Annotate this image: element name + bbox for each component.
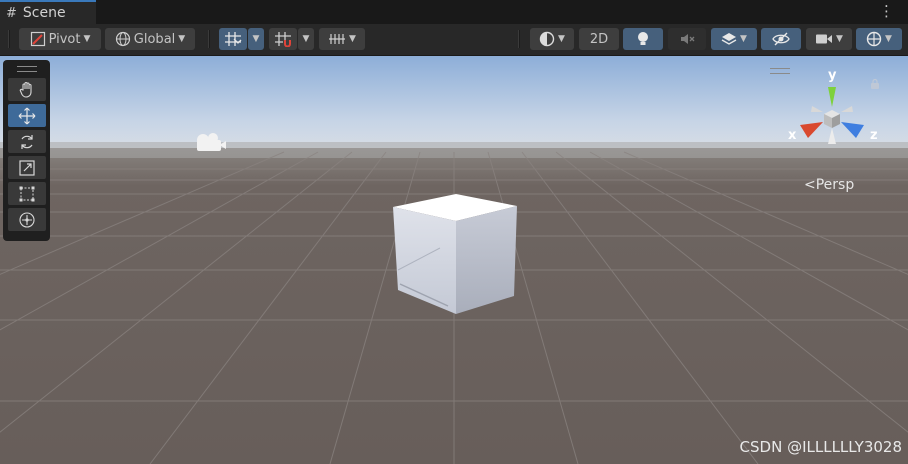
kebab-menu-icon[interactable]: ⋮ bbox=[879, 3, 894, 19]
x-axis-label: x bbox=[788, 128, 797, 143]
toolbar-separator bbox=[208, 30, 210, 48]
eye-hidden-icon bbox=[772, 32, 790, 46]
pivot-dropdown[interactable]: Pivot ▼ bbox=[19, 28, 101, 50]
scene-audio-button[interactable] bbox=[668, 28, 706, 50]
move-tool-button[interactable] bbox=[7, 104, 46, 127]
gizmos-dropdown[interactable]: ▼ bbox=[856, 28, 902, 50]
y-axis-label: y bbox=[828, 68, 837, 83]
rect-transform-icon bbox=[19, 186, 34, 201]
magnet-grid-icon bbox=[275, 32, 291, 47]
increment-snap-button[interactable] bbox=[269, 28, 297, 50]
scale-icon bbox=[18, 159, 35, 176]
chevron-down-icon: ▼ bbox=[83, 34, 91, 44]
toolbar-separator bbox=[518, 30, 520, 48]
toolbar-separator bbox=[8, 30, 10, 48]
scene-viewport[interactable] bbox=[0, 56, 908, 464]
rotate-icon bbox=[20, 134, 33, 149]
view-mode-label: Persp bbox=[815, 177, 855, 193]
tab-scene[interactable]: # Scene bbox=[0, 0, 96, 24]
palette-grip[interactable] bbox=[16, 66, 37, 72]
rect-tool-button[interactable] bbox=[7, 182, 46, 205]
chevron-left-icon: < bbox=[804, 177, 816, 193]
transform-icon bbox=[18, 211, 35, 228]
audio-mute-icon bbox=[681, 34, 695, 44]
scene-render bbox=[0, 56, 908, 464]
snap-settings-dropdown[interactable]: ▼ bbox=[319, 28, 365, 50]
scene-toolbar: Pivot ▼ Global ▼ ▼ ▼ ▼ ▼ 2D ▼ ▼ ▼ bbox=[0, 24, 908, 56]
chevron-down-icon: ▼ bbox=[349, 34, 356, 44]
scene-camera-dropdown[interactable]: ▼ bbox=[806, 28, 852, 50]
view-mode-toggle[interactable]: <Persp bbox=[804, 177, 854, 193]
chevron-down-icon: ▼ bbox=[740, 34, 747, 44]
tab-bar: # Scene ⋮ bbox=[0, 0, 908, 24]
scene-effects-dropdown[interactable]: ▼ bbox=[711, 28, 757, 50]
increment-snap-dropdown[interactable]: ▼ bbox=[298, 28, 314, 50]
scene-visibility-button[interactable] bbox=[761, 28, 801, 50]
global-label: Global bbox=[133, 31, 176, 47]
chevron-down-icon: ▼ bbox=[302, 34, 310, 44]
grid-snap-button[interactable] bbox=[219, 28, 247, 50]
hand-tool-button[interactable] bbox=[7, 78, 46, 101]
ruler-icon bbox=[329, 34, 346, 44]
gizmo-globe-icon bbox=[866, 31, 882, 47]
y-axis-cone[interactable] bbox=[828, 87, 836, 107]
pivot-label: Pivot bbox=[48, 31, 81, 47]
chevron-down-icon: ▼ bbox=[836, 34, 843, 44]
hand-icon bbox=[19, 81, 32, 98]
shading-mode-dropdown[interactable]: ▼ bbox=[530, 28, 574, 50]
pivot-icon bbox=[30, 31, 45, 47]
rotate-tool-button[interactable] bbox=[7, 130, 46, 153]
scene-lighting-button[interactable] bbox=[623, 28, 663, 50]
chevron-down-icon: ▼ bbox=[252, 34, 260, 44]
z-axis-cone[interactable] bbox=[841, 122, 864, 138]
z-axis-label: z bbox=[870, 128, 878, 143]
transform-tool-button[interactable] bbox=[7, 208, 46, 231]
video-camera-icon bbox=[816, 34, 833, 44]
mode-2d-label: 2D bbox=[589, 31, 609, 47]
tab-label: Scene bbox=[22, 5, 66, 21]
x-axis-cone[interactable] bbox=[800, 122, 823, 138]
watermark: CSDN @ILLLLLLY3028 bbox=[739, 438, 902, 456]
chevron-down-icon: ▼ bbox=[885, 34, 892, 44]
gizmo-grip[interactable] bbox=[770, 68, 790, 74]
grid-icon: # bbox=[6, 5, 17, 21]
shading-sphere-icon bbox=[539, 31, 555, 47]
lightbulb-icon bbox=[638, 32, 648, 45]
global-dropdown[interactable]: Global ▼ bbox=[105, 28, 195, 50]
grid-snap-icon bbox=[225, 32, 242, 46]
chevron-down-icon: ▼ bbox=[558, 34, 565, 44]
move-arrows-icon bbox=[18, 107, 35, 124]
globe-icon bbox=[115, 31, 130, 47]
lock-icon[interactable] bbox=[870, 78, 880, 90]
scale-tool-button[interactable] bbox=[7, 156, 46, 179]
tool-palette bbox=[3, 60, 50, 241]
chevron-down-icon: ▼ bbox=[178, 34, 186, 44]
layers-effects-icon bbox=[721, 33, 737, 45]
mode-2d-button[interactable]: 2D bbox=[579, 28, 619, 50]
grid-snap-dropdown[interactable]: ▼ bbox=[248, 28, 264, 50]
